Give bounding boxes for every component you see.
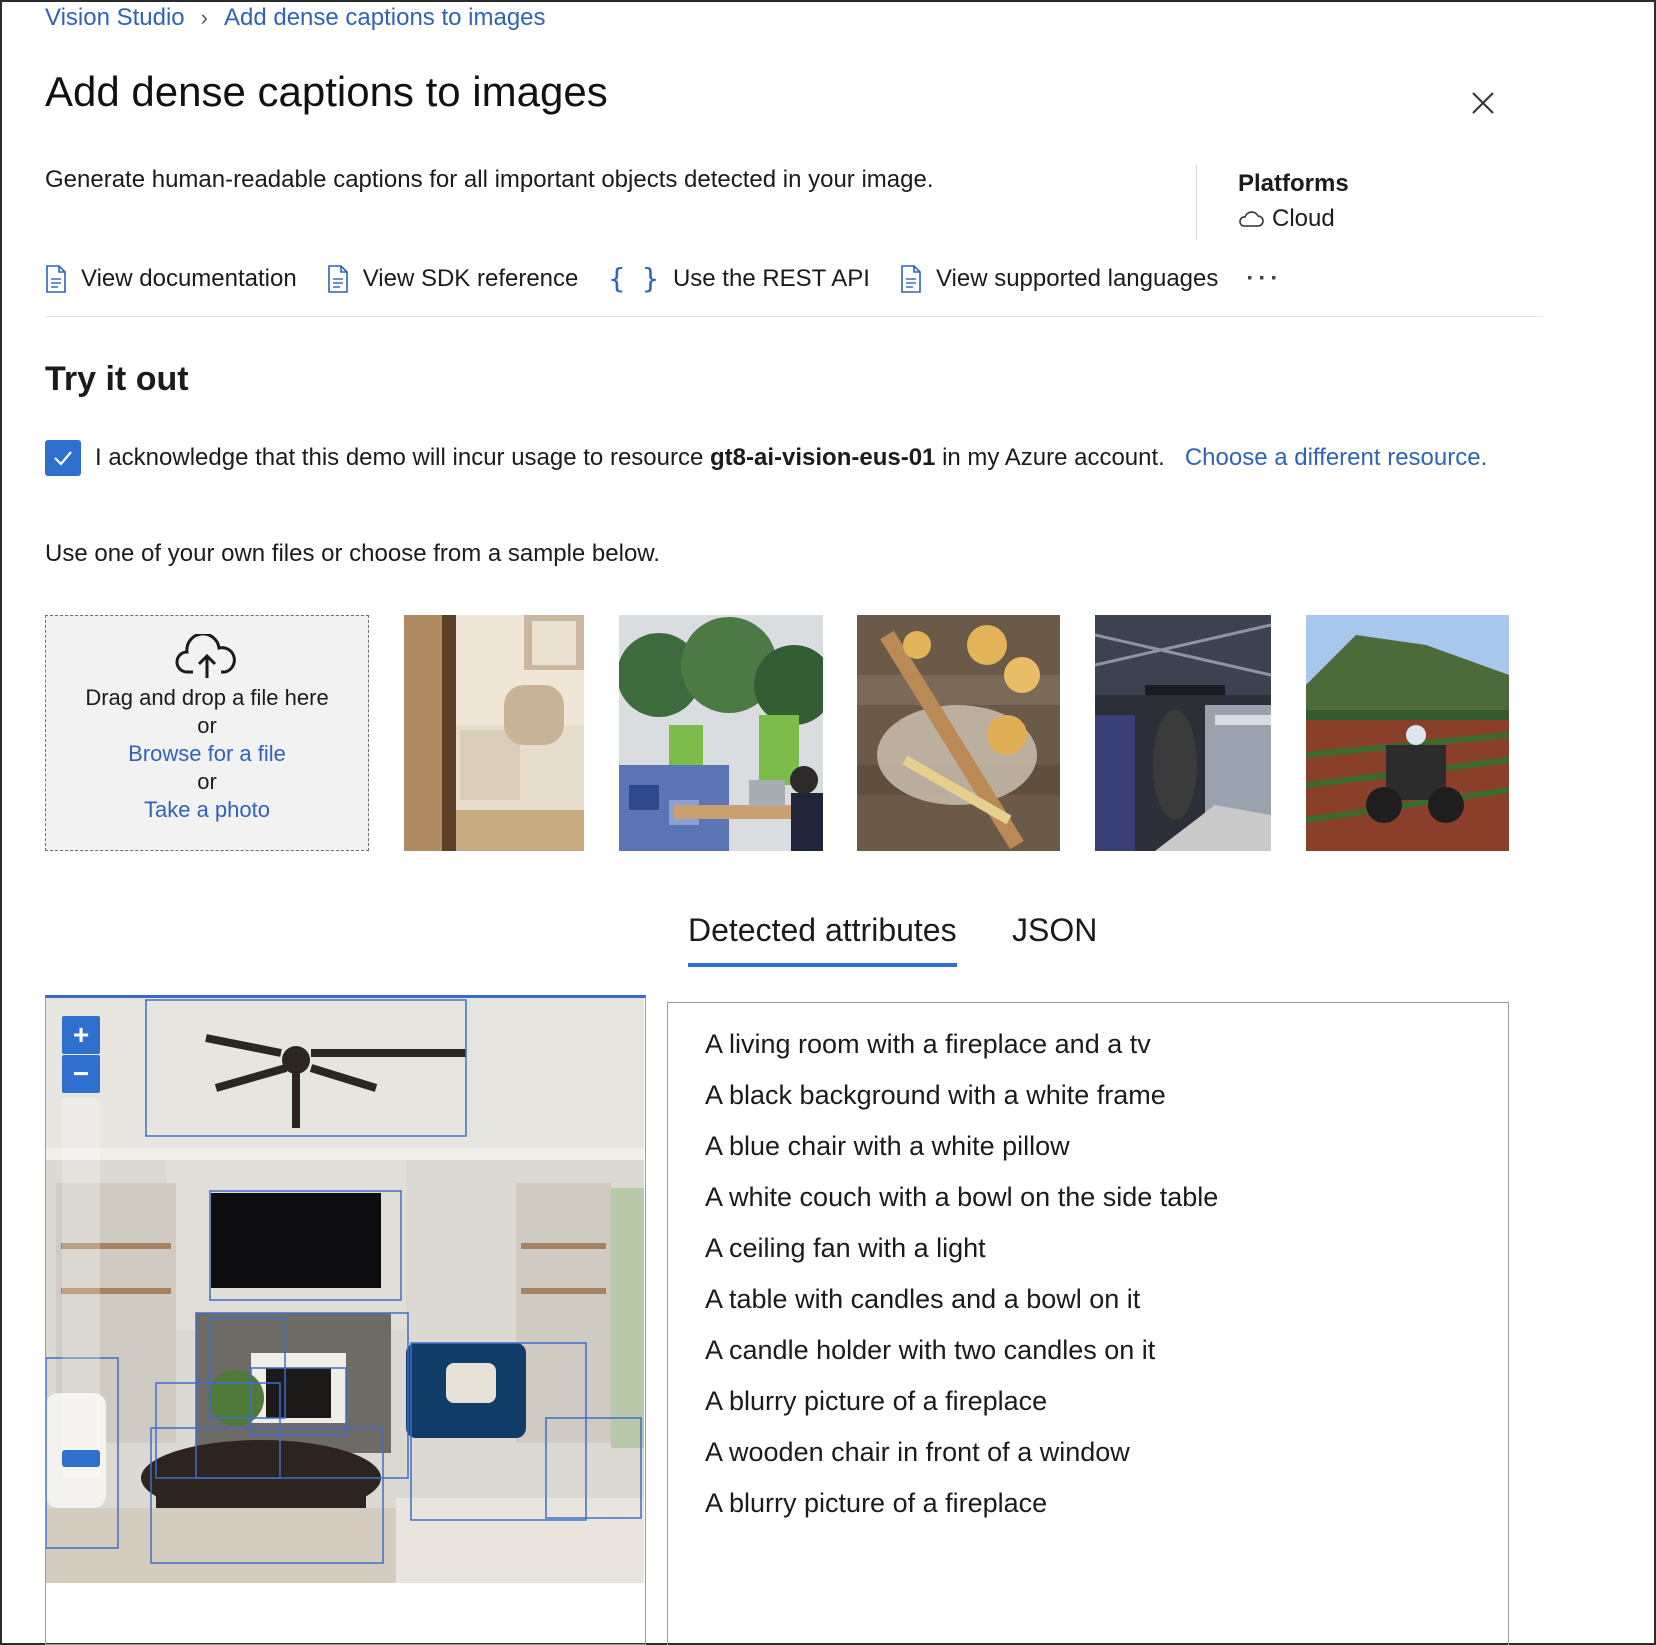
caption-item[interactable]: A blurry picture of a fireplace bbox=[705, 1478, 1508, 1529]
acknowledge-prefix: I acknowledge that this demo will incur … bbox=[95, 444, 704, 471]
vertical-divider bbox=[1196, 165, 1197, 240]
browse-file-link[interactable]: Browse for a file bbox=[46, 740, 368, 768]
cloud-upload-icon bbox=[175, 634, 236, 678]
caption-item[interactable]: A blurry picture of a fireplace bbox=[705, 1376, 1508, 1427]
caption-item[interactable]: A black background with a white frame bbox=[705, 1070, 1508, 1121]
view-sdk-reference-label: View SDK reference bbox=[362, 264, 579, 292]
resource-name: gt8-ai-vision-eus-01 bbox=[710, 444, 936, 471]
more-options-icon[interactable]: ··· bbox=[1246, 265, 1282, 293]
zoom-slider-thumb[interactable] bbox=[62, 1450, 100, 1467]
tab-detected-attributes[interactable]: Detected attributes bbox=[688, 912, 957, 967]
file-dropzone[interactable]: Drag and drop a file here or Browse for … bbox=[45, 615, 369, 851]
use-rest-api-link[interactable]: { } Use the REST API bbox=[608, 262, 870, 295]
document-icon bbox=[900, 264, 922, 293]
caption-item[interactable]: A candle holder with two candles on it bbox=[705, 1325, 1508, 1376]
page-title: Add dense captions to images bbox=[45, 68, 608, 115]
or-text: or bbox=[197, 769, 217, 794]
living-room-image bbox=[46, 998, 644, 1583]
captions-panel: A living room with a fireplace and a tv … bbox=[667, 1002, 1509, 1645]
sample-image-train-station[interactable] bbox=[1095, 615, 1271, 851]
caption-item[interactable]: A wooden chair in front of a window bbox=[705, 1427, 1508, 1478]
office-image bbox=[619, 615, 823, 851]
platforms-label: Platforms bbox=[1238, 170, 1349, 197]
close-button[interactable] bbox=[1466, 86, 1500, 120]
breadcrumb: Vision Studio › Add dense captions to im… bbox=[45, 4, 546, 32]
sample-image-pasta[interactable] bbox=[857, 615, 1060, 851]
caption-item[interactable]: A blue chair with a white pillow bbox=[705, 1121, 1508, 1172]
bedroom-image bbox=[404, 615, 584, 851]
view-documentation-link[interactable]: View documentation bbox=[45, 265, 297, 293]
zoom-slider-track[interactable] bbox=[62, 1098, 100, 1478]
platforms-value: Cloud bbox=[1238, 205, 1335, 233]
zoom-out-button[interactable]: − bbox=[62, 1055, 100, 1093]
resource-links: View documentation View SDK reference { … bbox=[45, 262, 1282, 295]
view-supported-languages-label: View supported languages bbox=[935, 264, 1219, 292]
close-icon bbox=[1472, 92, 1494, 114]
sample-image-office[interactable] bbox=[619, 615, 823, 851]
pasta-image bbox=[857, 615, 1060, 851]
braces-icon: { } bbox=[608, 262, 659, 295]
use-rest-api-label: Use the REST API bbox=[672, 264, 870, 292]
checkmark-icon bbox=[54, 451, 72, 466]
section-divider bbox=[45, 316, 1543, 317]
caption-item[interactable]: A living room with a fireplace and a tv bbox=[705, 1019, 1508, 1070]
document-icon bbox=[327, 264, 349, 293]
caption-item[interactable]: A ceiling fan with a light bbox=[705, 1223, 1508, 1274]
sample-image-farm[interactable] bbox=[1306, 615, 1509, 851]
acknowledge-row: I acknowledge that this demo will incur … bbox=[45, 440, 1487, 476]
tab-json[interactable]: JSON bbox=[1012, 912, 1097, 963]
acknowledge-suffix: in my Azure account. bbox=[942, 444, 1165, 471]
page-description: Generate human-readable captions for all… bbox=[45, 166, 934, 193]
breadcrumb-vision-studio[interactable]: Vision Studio bbox=[45, 4, 185, 32]
sample-image-bedroom[interactable] bbox=[404, 615, 584, 851]
view-supported-languages-link[interactable]: View supported languages bbox=[900, 265, 1218, 293]
zoom-in-button[interactable]: + bbox=[62, 1016, 100, 1054]
train-station-image bbox=[1095, 615, 1271, 851]
result-image-panel: + − bbox=[45, 995, 646, 1645]
try-it-out-heading: Try it out bbox=[45, 360, 189, 398]
breadcrumb-current-page[interactable]: Add dense captions to images bbox=[224, 4, 546, 32]
document-icon bbox=[45, 264, 67, 293]
or-text: or bbox=[197, 713, 217, 738]
view-sdk-reference-link[interactable]: View SDK reference bbox=[327, 264, 579, 293]
view-documentation-label: View documentation bbox=[81, 264, 297, 292]
use-files-instruction: Use one of your own files or choose from… bbox=[45, 540, 660, 567]
drag-drop-text: Drag and drop a file here bbox=[85, 685, 329, 710]
choose-different-resource-link[interactable]: Choose a different resource. bbox=[1185, 444, 1487, 472]
captions-list: A living room with a fireplace and a tv … bbox=[705, 1019, 1508, 1529]
caption-item[interactable]: A table with candles and a bowl on it bbox=[705, 1274, 1508, 1325]
caption-item[interactable]: A white couch with a bowl on the side ta… bbox=[705, 1172, 1508, 1223]
cloud-icon bbox=[1239, 211, 1264, 227]
platform-cloud-label: Cloud bbox=[1272, 205, 1335, 232]
take-photo-link[interactable]: Take a photo bbox=[46, 796, 368, 824]
chevron-right-icon: › bbox=[200, 5, 208, 30]
farm-tractor-image bbox=[1306, 615, 1509, 851]
acknowledge-checkbox[interactable] bbox=[45, 440, 81, 476]
